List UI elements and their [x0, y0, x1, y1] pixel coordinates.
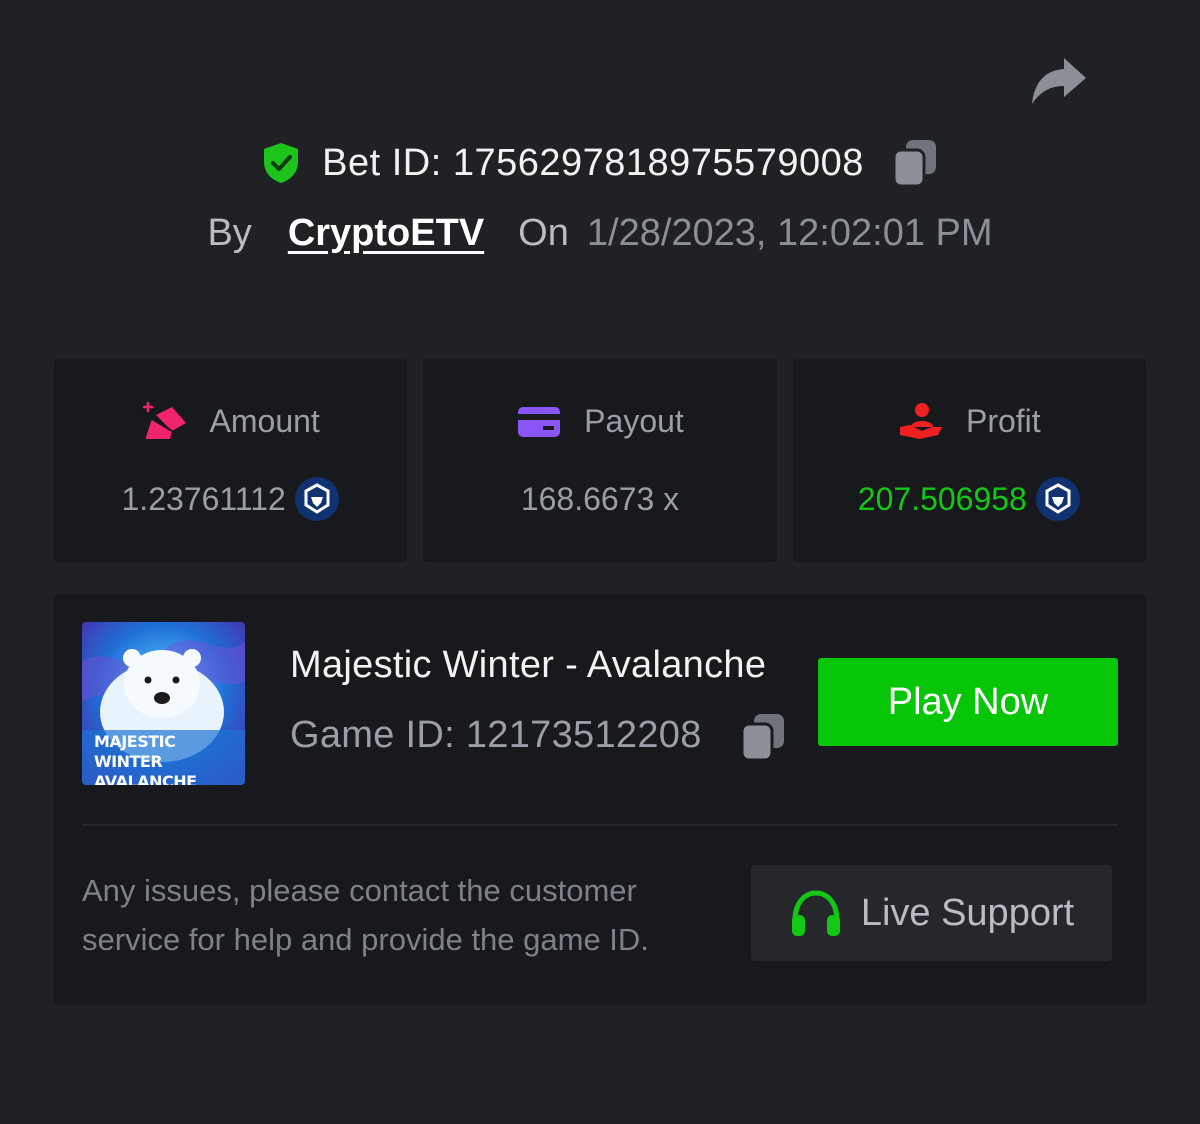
card-icon	[518, 407, 561, 437]
payout-value: 168.6673 x	[520, 480, 680, 517]
copy-icon[interactable]	[892, 138, 938, 188]
username-link[interactable]: CryptoETV	[288, 212, 484, 255]
verified-shield-icon	[264, 143, 299, 183]
by-label: By	[207, 211, 252, 254]
live-support-button[interactable]: Live Support	[751, 865, 1112, 961]
divider	[82, 824, 1118, 826]
thumbnail-title-line2: AVALANCHE	[94, 772, 197, 785]
play-now-button[interactable]: Play Now	[818, 658, 1118, 746]
copy-icon[interactable]	[740, 712, 786, 762]
share-arrow-icon[interactable]	[1026, 52, 1090, 110]
thumbnail-caption: MAJESTIC WINTER AVALANCHE	[94, 732, 245, 785]
headphones-icon	[791, 890, 840, 936]
bet-id-text: Bet ID: 1756297818975579008	[322, 141, 864, 184]
game-id-text: Game ID: 12173512208	[290, 714, 702, 756]
profit-card: Profit 207.506958	[792, 359, 1146, 562]
amount-card: Amount 1.23761112	[54, 359, 408, 562]
support-help-text: Any issues, please contact the customer …	[82, 873, 649, 957]
payout-card: Payout 168.6673 x	[423, 359, 777, 562]
live-support-label: Live Support	[860, 891, 1075, 934]
bet-detail-page: Bet ID: 1756297818975579008 By CryptoETV…	[0, 0, 1200, 1124]
bet-stats: Amount 1.23761112 Payout 168.6673 x Prof…	[54, 359, 1146, 562]
payout-label: Payout	[584, 402, 684, 439]
amount-label: Amount	[209, 402, 320, 439]
thumbnail-title-line1: MAJESTIC WINTER	[94, 732, 176, 771]
amount-value: 1.23761112	[121, 480, 286, 517]
profit-label: Profit	[965, 402, 1041, 439]
on-label: On	[518, 211, 569, 254]
game-panel: MAJESTIC WINTER AVALANCHE Majestic Winte…	[54, 594, 1146, 1005]
game-thumbnail[interactable]: MAJESTIC WINTER AVALANCHE	[82, 622, 245, 785]
bet-datetime: 1/28/2023, 12:02:01 PM	[586, 211, 993, 254]
profit-value: 207.506958	[857, 480, 1027, 517]
gem-coins-icon	[142, 401, 186, 439]
bet-meta-row: By CryptoETV On 1/28/2023, 12:02:01 PM	[0, 206, 1200, 260]
crypto-coin-icon	[294, 477, 339, 521]
crypto-coin-icon	[1035, 477, 1080, 521]
hand-user-icon	[899, 403, 942, 439]
game-title: Majestic Winter - Avalanche	[290, 644, 767, 686]
bet-id-row: Bet ID: 1756297818975579008	[0, 136, 1200, 190]
